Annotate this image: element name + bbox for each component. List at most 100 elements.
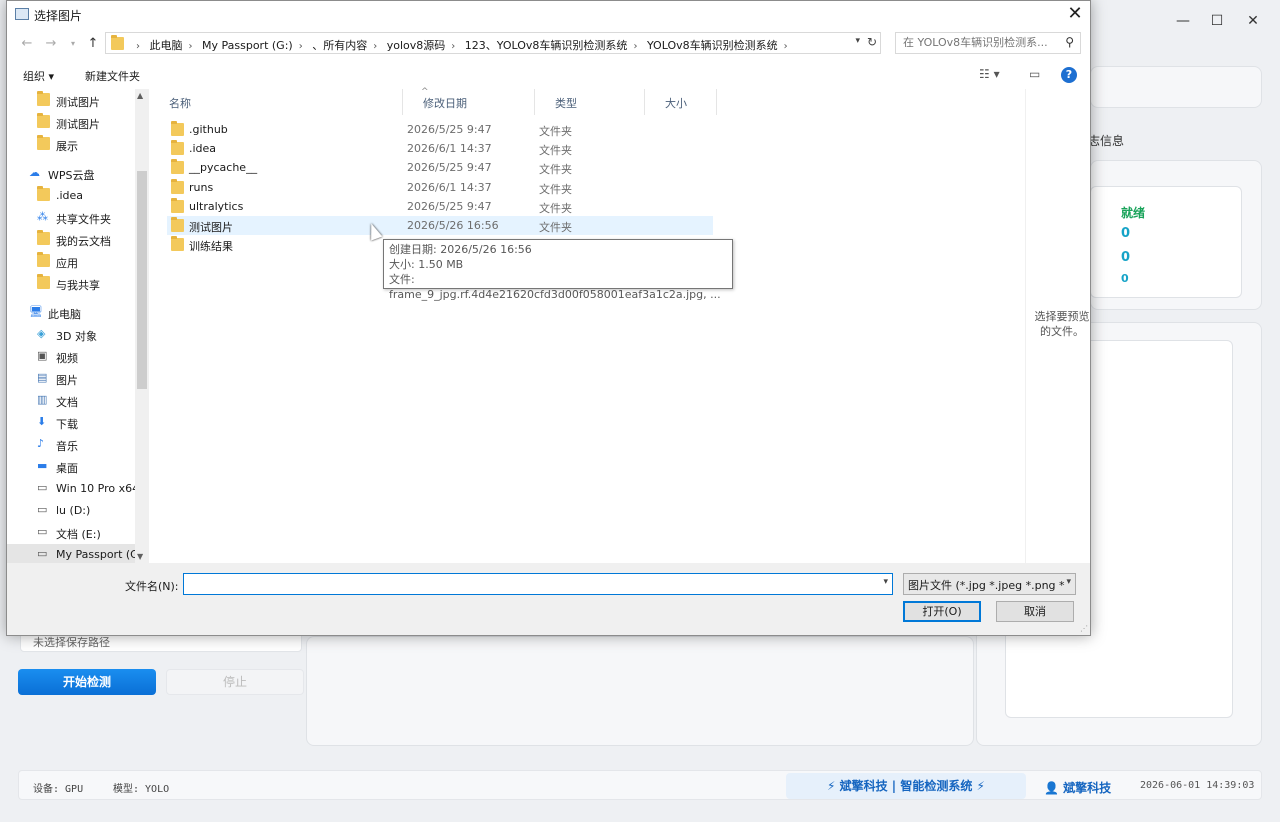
nav-item[interactable]: ▥ 文档: [7, 390, 149, 412]
nav-item[interactable]: ◈ 3D 对象: [7, 324, 149, 346]
nav-item[interactable]: 与我共享: [7, 273, 149, 295]
navigation-pane: 测试图片 测试图片 展示 ☁ WPS云盘 .idea ⁂ 共享文件夹 我的云文档 应用 与我共享 🖥 此…: [7, 89, 149, 563]
nav-item-label: 测试图片: [56, 118, 100, 131]
open-button[interactable]: 打开(O): [903, 601, 981, 622]
recent-dropdown-icon[interactable]: ▾: [63, 33, 83, 55]
folder-icon: [171, 217, 184, 235]
navigation-bar: ← → ▾ ↑ › 此电脑 › My Passport (G:) › 、所有内容 › …: [7, 31, 1090, 57]
minimize-icon[interactable]: —: [1168, 8, 1198, 34]
file-date: 2026/5/25 9:47: [407, 199, 492, 213]
nav-item[interactable]: 测试图片: [7, 90, 149, 112]
nav-item[interactable]: ⬇ 下载: [7, 412, 149, 434]
address-dropdown-icon[interactable]: ▾: [855, 36, 860, 46]
breadcrumb-item[interactable]: yolov8源码: [387, 39, 446, 52]
start-detect-button[interactable]: 开始检测: [18, 669, 156, 695]
nav-item[interactable]: ▤ 图片: [7, 368, 149, 390]
organize-menu[interactable]: 组织 ▾: [23, 68, 54, 84]
filter-dropdown-icon[interactable]: ▾: [1066, 577, 1071, 587]
user-label: 👤 斌擎科技: [1044, 779, 1111, 796]
forward-arrow-icon[interactable]: →: [41, 33, 61, 55]
folder-tooltip: 创建日期: 2026/5/26 16:56 大小: 1.50 MB 文件: fr…: [383, 239, 733, 301]
nav-item[interactable]: 我的云文档: [7, 229, 149, 251]
dialog-footer: 文件名(N): ▾ 图片文件 (*.jpg *.jpeg *.png * ▾ 打…: [7, 563, 1090, 635]
bg-header-strip: [1090, 66, 1262, 108]
nav-item-label: 共享文件夹: [56, 213, 111, 226]
cloud-icon: ☁: [29, 166, 40, 179]
scrollbar-thumb[interactable]: [137, 171, 147, 389]
file-open-dialog: 选择图片 ✕ ← → ▾ ↑ › 此电脑 › My Passport (G:) › …: [6, 0, 1091, 636]
file-row[interactable]: __pycache__ 2026/5/25 9:47 文件夹: [167, 158, 713, 177]
filename-input[interactable]: ▾: [183, 573, 893, 595]
preview-hint: 选择要预览的文件。: [1034, 310, 1090, 338]
nav-item-label: 3D 对象: [56, 330, 97, 343]
nav-item[interactable]: .idea: [7, 185, 149, 207]
file-name: 训练结果: [189, 240, 233, 254]
breadcrumb-item[interactable]: 此电脑: [150, 39, 183, 52]
tab-log-info[interactable]: 志信息: [1088, 132, 1124, 149]
file-row[interactable]: runs 2026/6/1 14:37 文件夹: [167, 178, 713, 197]
nav-item[interactable]: ⁂ 共享文件夹: [7, 207, 149, 229]
folder-icon: [37, 230, 51, 246]
nav-item[interactable]: ☁ WPS云盘: [7, 163, 149, 185]
nav-item[interactable]: 展示: [7, 134, 149, 156]
nav-item-label: 文档 (E:): [56, 528, 101, 541]
cancel-button[interactable]: 取消: [996, 601, 1074, 622]
nav-item-label: 我的云文档: [56, 235, 111, 248]
nav-item[interactable]: ▬ 桌面: [7, 456, 149, 478]
column-header-type[interactable]: 类型: [535, 89, 645, 115]
nav-item[interactable]: 应用: [7, 251, 149, 273]
stop-button[interactable]: 停止: [166, 669, 304, 695]
search-icon[interactable]: ⚲: [1065, 35, 1074, 49]
view-options-icon[interactable]: ☷ ▾: [979, 67, 1000, 81]
search-box[interactable]: ⚲: [895, 32, 1081, 54]
file-date: 2026/5/25 9:47: [407, 161, 492, 175]
nav-scrollbar[interactable]: ▲ ▼: [135, 89, 149, 563]
file-type: 文件夹: [539, 201, 572, 215]
dialog-close-icon[interactable]: ✕: [1060, 1, 1090, 29]
file-name: .idea: [189, 142, 217, 156]
scroll-down-icon[interactable]: ▼: [137, 552, 143, 561]
nav-item[interactable]: 🖥 此电脑: [7, 302, 149, 324]
file-type: 文件夹: [539, 182, 572, 196]
close-icon[interactable]: ✕: [1238, 8, 1268, 34]
file-row[interactable]: ultralytics 2026/5/25 9:47 文件夹: [167, 197, 713, 216]
breadcrumb-item[interactable]: 、所有内容: [312, 39, 367, 52]
file-type-filter[interactable]: 图片文件 (*.jpg *.jpeg *.png * ▾: [903, 573, 1076, 595]
column-header-size[interactable]: 大小: [645, 89, 717, 115]
new-folder-button[interactable]: 新建文件夹: [85, 68, 140, 84]
file-name: __pycache__: [189, 161, 258, 175]
nav-item[interactable]: ▭ My Passport (G: [7, 544, 149, 563]
breadcrumb-item[interactable]: My Passport (G:): [202, 39, 293, 52]
file-row[interactable]: .github 2026/5/25 9:47 文件夹: [167, 120, 713, 139]
nav-item[interactable]: ▭ 文档 (E:): [7, 522, 149, 544]
refresh-icon[interactable]: ↻: [867, 35, 877, 49]
breadcrumb-item[interactable]: YOLOv8车辆识别检测系统: [647, 39, 778, 52]
search-input[interactable]: [903, 36, 1058, 49]
nav-item-label: 视频: [56, 352, 78, 365]
file-name: 测试图片: [189, 221, 233, 234]
folder-icon: [171, 140, 184, 158]
file-row[interactable]: 测试图片 2026/5/26 16:56 文件夹: [167, 216, 713, 235]
nav-item[interactable]: 测试图片: [7, 112, 149, 134]
resize-grip-icon[interactable]: ⋰: [1080, 624, 1088, 633]
column-header-date[interactable]: 修改日期: [403, 89, 535, 115]
breadcrumb-item[interactable]: 123、YOLOv8车辆识别检测系统: [465, 39, 628, 52]
folder-icon: [37, 113, 51, 129]
maximize-icon[interactable]: ☐: [1202, 8, 1232, 34]
nav-item[interactable]: ▣ 视频: [7, 346, 149, 368]
nav-item[interactable]: ▭ Win 10 Pro x64: [7, 478, 149, 500]
filename-dropdown-icon[interactable]: ▾: [883, 577, 888, 587]
nav-item-label: My Passport (G: [56, 548, 139, 561]
back-arrow-icon[interactable]: ←: [17, 33, 37, 55]
nav-item[interactable]: ♪ 音乐: [7, 434, 149, 456]
file-row[interactable]: .idea 2026/6/1 14:37 文件夹: [167, 139, 713, 158]
scroll-up-icon[interactable]: ▲: [137, 91, 143, 100]
help-icon[interactable]: ?: [1061, 67, 1077, 83]
column-header-name[interactable]: 名称 ^: [149, 87, 429, 115]
brand-badge: ⚡ 斌擎科技 | 智能检测系统 ⚡: [786, 773, 1026, 799]
file-name: ultralytics: [189, 199, 244, 213]
up-arrow-icon[interactable]: ↑: [83, 33, 103, 55]
nav-item[interactable]: ▭ lu (D:): [7, 500, 149, 522]
preview-pane-icon[interactable]: ▭: [1029, 67, 1040, 81]
address-bar[interactable]: › 此电脑 › My Passport (G:) › 、所有内容 › yolov8源码…: [105, 32, 881, 54]
